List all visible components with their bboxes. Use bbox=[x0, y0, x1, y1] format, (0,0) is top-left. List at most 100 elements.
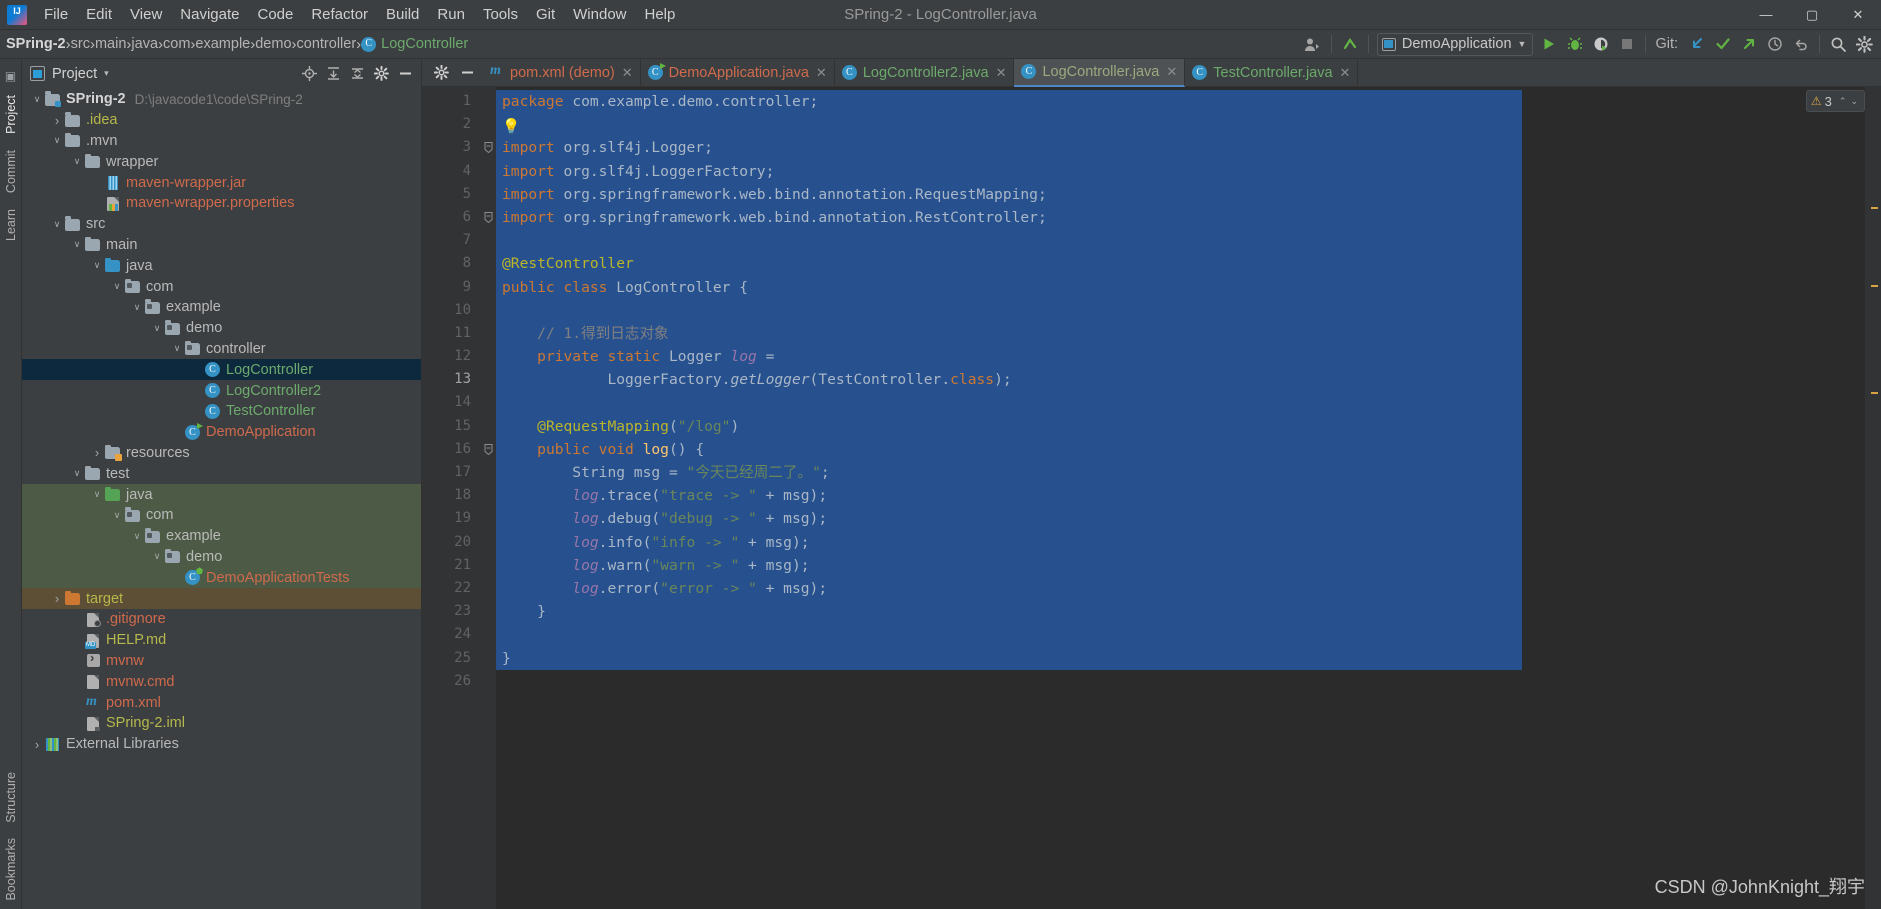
editor-tab-logcontroller2-java[interactable]: LogController2.java ✕ bbox=[835, 59, 1015, 87]
chevron-right-icon[interactable]: › bbox=[90, 445, 104, 460]
menu-window[interactable]: Window bbox=[564, 3, 635, 26]
code-line[interactable]: public void log() { bbox=[496, 438, 1865, 461]
hide-panel-icon[interactable] bbox=[393, 62, 417, 86]
code-line[interactable] bbox=[496, 623, 1865, 646]
chevron-down-icon[interactable]: ∨ bbox=[170, 343, 184, 354]
fold-region-icon[interactable] bbox=[480, 136, 496, 159]
fold-region-icon[interactable] bbox=[480, 206, 496, 229]
chevron-down-icon[interactable]: ∨ bbox=[30, 94, 44, 105]
tree-item-wrapper[interactable]: ∨ wrapper bbox=[22, 151, 421, 172]
menu-build[interactable]: Build bbox=[377, 3, 428, 26]
chevron-down-icon[interactable]: ∨ bbox=[110, 510, 124, 521]
line-number[interactable]: 26 bbox=[422, 670, 480, 693]
code-line[interactable]: } bbox=[496, 600, 1865, 623]
tree-item-testcontroller[interactable]: TestController bbox=[22, 401, 421, 422]
breadcrumb-demo[interactable]: demo bbox=[255, 36, 291, 52]
inspection-status-badge[interactable]: ⚠ 3 ⌃ ⌄ bbox=[1805, 90, 1865, 112]
tree-item-mvnw-cmd[interactable]: mvnw.cmd bbox=[22, 671, 421, 692]
tree-item-logcontroller2[interactable]: LogController2 bbox=[22, 380, 421, 401]
sidebar-item-project[interactable]: Project bbox=[2, 87, 20, 142]
tree-item-src[interactable]: ∨ src bbox=[22, 214, 421, 235]
menu-edit[interactable]: Edit bbox=[77, 3, 121, 26]
menu-run[interactable]: Run bbox=[428, 3, 474, 26]
line-number[interactable]: 23 bbox=[422, 600, 480, 623]
code-line[interactable] bbox=[496, 229, 1865, 252]
project-tree[interactable]: ∨ SPring-2 D:\javacode1\code\SPring-2 › .ide… bbox=[22, 88, 421, 909]
tree-item-demoapplication[interactable]: DemoApplication bbox=[22, 422, 421, 443]
prev-problem-icon[interactable]: ⌃ bbox=[1839, 96, 1847, 107]
line-number[interactable]: 16 bbox=[422, 438, 480, 461]
tree-item-maven-wrapper-properties[interactable]: maven-wrapper.properties bbox=[22, 193, 421, 214]
chevron-right-icon[interactable]: › bbox=[30, 737, 44, 752]
tree-item-resources[interactable]: › resources bbox=[22, 443, 421, 464]
expand-all-icon[interactable] bbox=[321, 62, 345, 86]
line-number[interactable]: 17 bbox=[422, 461, 480, 484]
line-number[interactable]: 21 bbox=[422, 554, 480, 577]
debug-icon[interactable] bbox=[1562, 31, 1588, 57]
code-line[interactable]: private static Logger log = bbox=[496, 345, 1865, 368]
tree-item--gitignore[interactable]: .gitignore bbox=[22, 609, 421, 630]
code-line[interactable]: package com.example.demo.controller; bbox=[496, 90, 1865, 113]
collapse-all-icon[interactable] bbox=[345, 62, 369, 86]
line-number[interactable]: 20 bbox=[422, 531, 480, 554]
breadcrumb-project[interactable]: SPring-2 bbox=[6, 36, 66, 52]
line-number[interactable]: 3 bbox=[422, 136, 480, 159]
chevron-down-icon[interactable]: ∨ bbox=[70, 239, 84, 250]
tree-item-maven-wrapper-jar[interactable]: maven-wrapper.jar bbox=[22, 172, 421, 193]
line-number[interactable]: 19 bbox=[422, 507, 480, 530]
sidebar-item-learn[interactable]: Learn bbox=[2, 201, 20, 249]
tree-item-help-md[interactable]: MD HELP.md bbox=[22, 630, 421, 651]
code-line[interactable]: import org.springframework.web.bind.anno… bbox=[496, 183, 1865, 206]
menu-help[interactable]: Help bbox=[636, 3, 685, 26]
menu-code[interactable]: Code bbox=[248, 3, 302, 26]
code-line[interactable] bbox=[496, 670, 1865, 693]
line-number[interactable]: 12 bbox=[422, 345, 480, 368]
code-line[interactable]: @RestController bbox=[496, 252, 1865, 275]
updates-icon[interactable] bbox=[1337, 31, 1363, 57]
tree-item--idea[interactable]: › .idea bbox=[22, 110, 421, 131]
minimize-button[interactable]: — bbox=[1743, 0, 1789, 30]
chevron-right-icon[interactable]: › bbox=[50, 591, 64, 606]
run-configuration-selector[interactable]: DemoApplication ▼ bbox=[1376, 32, 1534, 56]
editor-tab-testcontroller-java[interactable]: TestController.java ✕ bbox=[1185, 59, 1359, 87]
menu-navigate[interactable]: Navigate bbox=[171, 3, 248, 26]
breadcrumb-com[interactable]: com bbox=[163, 36, 190, 52]
line-number[interactable]: 5 bbox=[422, 183, 480, 206]
tree-item--mvn[interactable]: ∨ .mvn bbox=[22, 131, 421, 152]
breadcrumb-example[interactable]: example bbox=[195, 36, 250, 52]
chevron-down-icon[interactable]: ∨ bbox=[50, 219, 64, 230]
close-button[interactable]: ✕ bbox=[1835, 0, 1881, 30]
line-number[interactable]: 25 bbox=[422, 647, 480, 670]
chevron-down-icon[interactable]: ∨ bbox=[90, 489, 104, 500]
menu-git[interactable]: Git bbox=[527, 3, 564, 26]
sidebar-item-structure[interactable]: Structure bbox=[2, 764, 20, 831]
code-line[interactable]: log.info("info -> " + msg); bbox=[496, 531, 1865, 554]
editor-tab-close-icon[interactable]: ✕ bbox=[1340, 65, 1351, 81]
hide-panel-icon[interactable] bbox=[454, 60, 480, 86]
code-line[interactable]: import org.slf4j.Logger; bbox=[496, 136, 1865, 159]
stop-icon[interactable] bbox=[1614, 31, 1640, 57]
code-line[interactable]: LoggerFactory.getLogger(TestController.c… bbox=[496, 368, 1865, 391]
tree-item-example[interactable]: ∨ example bbox=[22, 297, 421, 318]
tree-item-demo[interactable]: ∨ demo bbox=[22, 546, 421, 568]
fold-region-icon[interactable] bbox=[480, 438, 496, 461]
git-pull-icon[interactable] bbox=[1684, 31, 1710, 57]
tree-item-com[interactable]: ∨ com bbox=[22, 276, 421, 297]
tree-item-spring-2-iml[interactable]: SPring-2.iml bbox=[22, 713, 421, 734]
tree-item-target[interactable]: › target bbox=[22, 588, 421, 609]
code-line[interactable]: import org.springframework.web.bind.anno… bbox=[496, 206, 1865, 229]
line-number[interactable]: 15 bbox=[422, 415, 480, 438]
line-number[interactable]: 9 bbox=[422, 276, 480, 299]
next-problem-icon[interactable]: ⌄ bbox=[1850, 96, 1858, 107]
tree-item-java[interactable]: ∨ java bbox=[22, 255, 421, 276]
inspection-strip[interactable] bbox=[1865, 87, 1881, 909]
code-line[interactable]: 💡 bbox=[496, 113, 1865, 136]
git-push-icon[interactable] bbox=[1736, 31, 1762, 57]
code-line[interactable]: } bbox=[496, 647, 1865, 670]
chevron-down-icon[interactable]: ∨ bbox=[110, 281, 124, 292]
inspection-mark-warning[interactable] bbox=[1871, 285, 1878, 287]
chevron-down-icon[interactable]: ∨ bbox=[130, 302, 144, 313]
chevron-right-icon[interactable]: › bbox=[50, 113, 64, 128]
code-line[interactable]: log.debug("debug -> " + msg); bbox=[496, 507, 1865, 530]
code-line[interactable]: @RequestMapping("/log") bbox=[496, 415, 1865, 438]
